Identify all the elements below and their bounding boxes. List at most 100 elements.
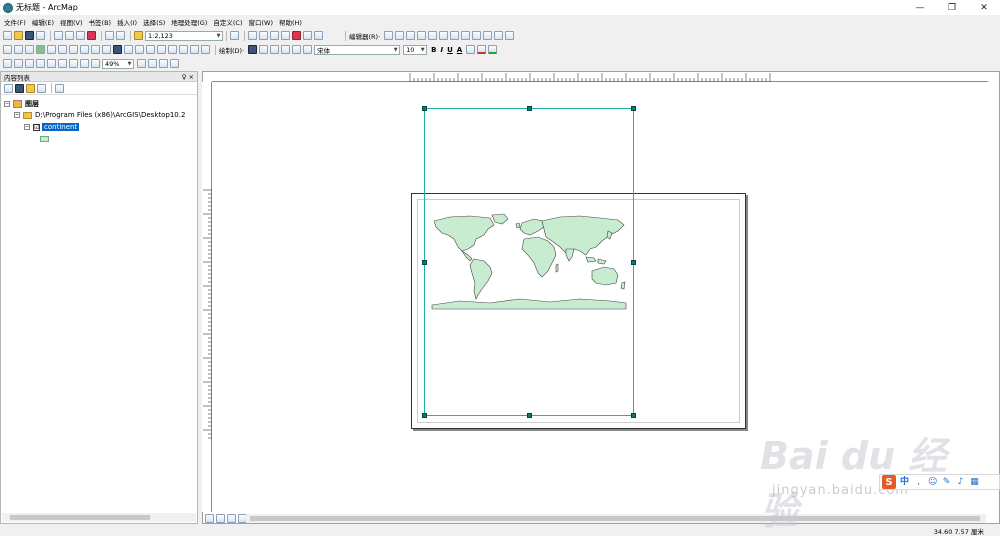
polygon-symbol-swatch[interactable] xyxy=(40,136,49,142)
menu-help[interactable]: 帮助(H) xyxy=(279,17,302,27)
layer-name-continent[interactable]: continent xyxy=(42,123,80,131)
close-window-button[interactable]: ✕ xyxy=(970,0,998,15)
undo-icon[interactable] xyxy=(105,31,114,40)
tree-folder-row[interactable]: − D:\Program Files (x86)\ArcGIS\Desktop1… xyxy=(14,111,185,119)
full-extent-icon[interactable] xyxy=(36,45,45,54)
find-icon[interactable] xyxy=(168,45,177,54)
edit-vertices-icon[interactable] xyxy=(428,31,438,40)
cut-icon[interactable] xyxy=(54,31,63,40)
select-elements-icon[interactable] xyxy=(113,45,122,54)
fixed-zoom-in-layout-icon[interactable] xyxy=(58,59,67,68)
sketch-properties-icon[interactable] xyxy=(494,31,504,40)
trace-icon[interactable] xyxy=(417,31,427,40)
focus-data-frame-icon[interactable] xyxy=(148,59,157,68)
arctoolbox-icon[interactable] xyxy=(281,31,290,40)
font-name-combo[interactable]: 宋体 ▼ xyxy=(314,44,401,55)
apps-grid-icon[interactable]: ▦ xyxy=(970,477,979,487)
attributes-icon[interactable] xyxy=(483,31,493,40)
resize-handle[interactable] xyxy=(631,413,636,418)
edit-tool-icon[interactable] xyxy=(384,31,394,40)
resize-handle[interactable] xyxy=(527,106,532,111)
layer-visibility-checkbox[interactable]: ☑ xyxy=(33,123,40,131)
back-extent-icon[interactable] xyxy=(69,45,78,54)
sogou-ime-logo[interactable]: S xyxy=(882,475,896,489)
resize-handle[interactable] xyxy=(422,106,427,111)
next-extent-layout-icon[interactable] xyxy=(91,59,100,68)
minimize-button[interactable]: — xyxy=(906,0,934,15)
menu-geoprocessing[interactable]: 地理处理(G) xyxy=(171,17,207,27)
measure-icon[interactable] xyxy=(157,45,166,54)
collapse-icon[interactable]: − xyxy=(24,124,30,130)
previous-extent-layout-icon[interactable] xyxy=(80,59,89,68)
underline-button[interactable]: U xyxy=(447,46,453,54)
table-of-contents-icon[interactable] xyxy=(248,31,257,40)
font-size-combo[interactable]: 10 ▼ xyxy=(403,44,428,55)
scrollbar-thumb[interactable] xyxy=(10,515,150,520)
data-driven-pages-icon[interactable] xyxy=(170,59,179,68)
input-mode-toggle[interactable]: 中 xyxy=(900,477,909,487)
text-tool-icon[interactable] xyxy=(292,45,302,54)
reshape-icon[interactable] xyxy=(439,31,449,40)
line-color-icon[interactable] xyxy=(477,45,487,54)
add-data-icon[interactable] xyxy=(134,31,143,40)
toggle-draft-mode-icon[interactable] xyxy=(137,59,146,68)
layout-pan-icon[interactable] xyxy=(25,59,34,68)
menu-view[interactable]: 视图(V) xyxy=(60,17,83,27)
whats-this-icon[interactable] xyxy=(314,31,323,40)
select-features-icon[interactable] xyxy=(91,45,100,54)
pen-icon[interactable]: ✎ xyxy=(942,477,951,487)
zoom-percent-combo[interactable]: 49% ▼ xyxy=(102,58,134,69)
resize-handle[interactable] xyxy=(631,260,636,265)
hyperlink-icon[interactable] xyxy=(135,45,144,54)
edit-annotation-icon[interactable] xyxy=(395,31,405,40)
italic-button[interactable]: I xyxy=(441,46,444,54)
paste-icon[interactable] xyxy=(76,31,85,40)
resize-handle[interactable] xyxy=(631,106,636,111)
marker-color-icon[interactable] xyxy=(488,45,498,54)
menu-selection[interactable]: 选择(S) xyxy=(143,17,165,27)
tree-root-layers[interactable]: − 图层 xyxy=(4,99,39,109)
new-document-icon[interactable] xyxy=(3,31,12,40)
legend-row[interactable] xyxy=(40,136,49,142)
rectangle-icon[interactable] xyxy=(281,45,291,54)
model-builder-icon[interactable] xyxy=(303,31,312,40)
python-window-icon[interactable] xyxy=(292,31,301,40)
data-view-icon[interactable] xyxy=(205,514,214,523)
font-icon[interactable] xyxy=(303,45,313,54)
straight-segment-icon[interactable] xyxy=(406,31,416,40)
microphone-icon[interactable]: ♪ xyxy=(956,477,965,487)
refresh-icon[interactable] xyxy=(227,514,236,523)
redo-icon[interactable] xyxy=(116,31,125,40)
map-scale-combo[interactable]: 1:2,123 ▼ xyxy=(145,30,223,41)
split-icon[interactable] xyxy=(461,31,471,40)
restore-button[interactable]: ❐ xyxy=(938,0,966,15)
html-popup-icon[interactable] xyxy=(146,45,155,54)
menu-insert[interactable]: 插入(I) xyxy=(117,17,137,27)
collapse-icon[interactable]: − xyxy=(14,112,20,118)
save-icon[interactable] xyxy=(25,31,34,40)
toc-pin-close[interactable]: ♀ × xyxy=(182,73,194,81)
font-color-button[interactable]: A xyxy=(457,46,462,54)
print-icon[interactable] xyxy=(36,31,45,40)
rotate-icon[interactable] xyxy=(472,31,482,40)
zoom-100-icon[interactable] xyxy=(47,59,56,68)
search-window-icon[interactable] xyxy=(270,31,279,40)
zoom-out-icon[interactable] xyxy=(14,45,23,54)
identify-icon[interactable] xyxy=(124,45,133,54)
fixed-zoom-out-icon[interactable] xyxy=(58,45,67,54)
layout-view-icon[interactable] xyxy=(216,514,225,523)
data-frame-selection[interactable] xyxy=(422,106,636,418)
bold-button[interactable]: B xyxy=(431,46,436,54)
cut-polygons-icon[interactable] xyxy=(450,31,460,40)
pan-icon[interactable] xyxy=(25,45,34,54)
toc-horizontal-scrollbar[interactable] xyxy=(2,513,196,522)
editor-menu[interactable]: 编辑器(R)· xyxy=(349,31,380,41)
resize-handle[interactable] xyxy=(527,413,532,418)
fixed-zoom-in-icon[interactable] xyxy=(47,45,56,54)
select-pointer-icon[interactable] xyxy=(248,45,258,54)
delete-icon[interactable] xyxy=(87,31,96,40)
list-by-selection-icon[interactable] xyxy=(37,83,46,93)
go-to-xy-icon[interactable] xyxy=(179,45,188,54)
resize-handle[interactable] xyxy=(422,413,427,418)
viewer-window-icon[interactable] xyxy=(201,45,210,54)
